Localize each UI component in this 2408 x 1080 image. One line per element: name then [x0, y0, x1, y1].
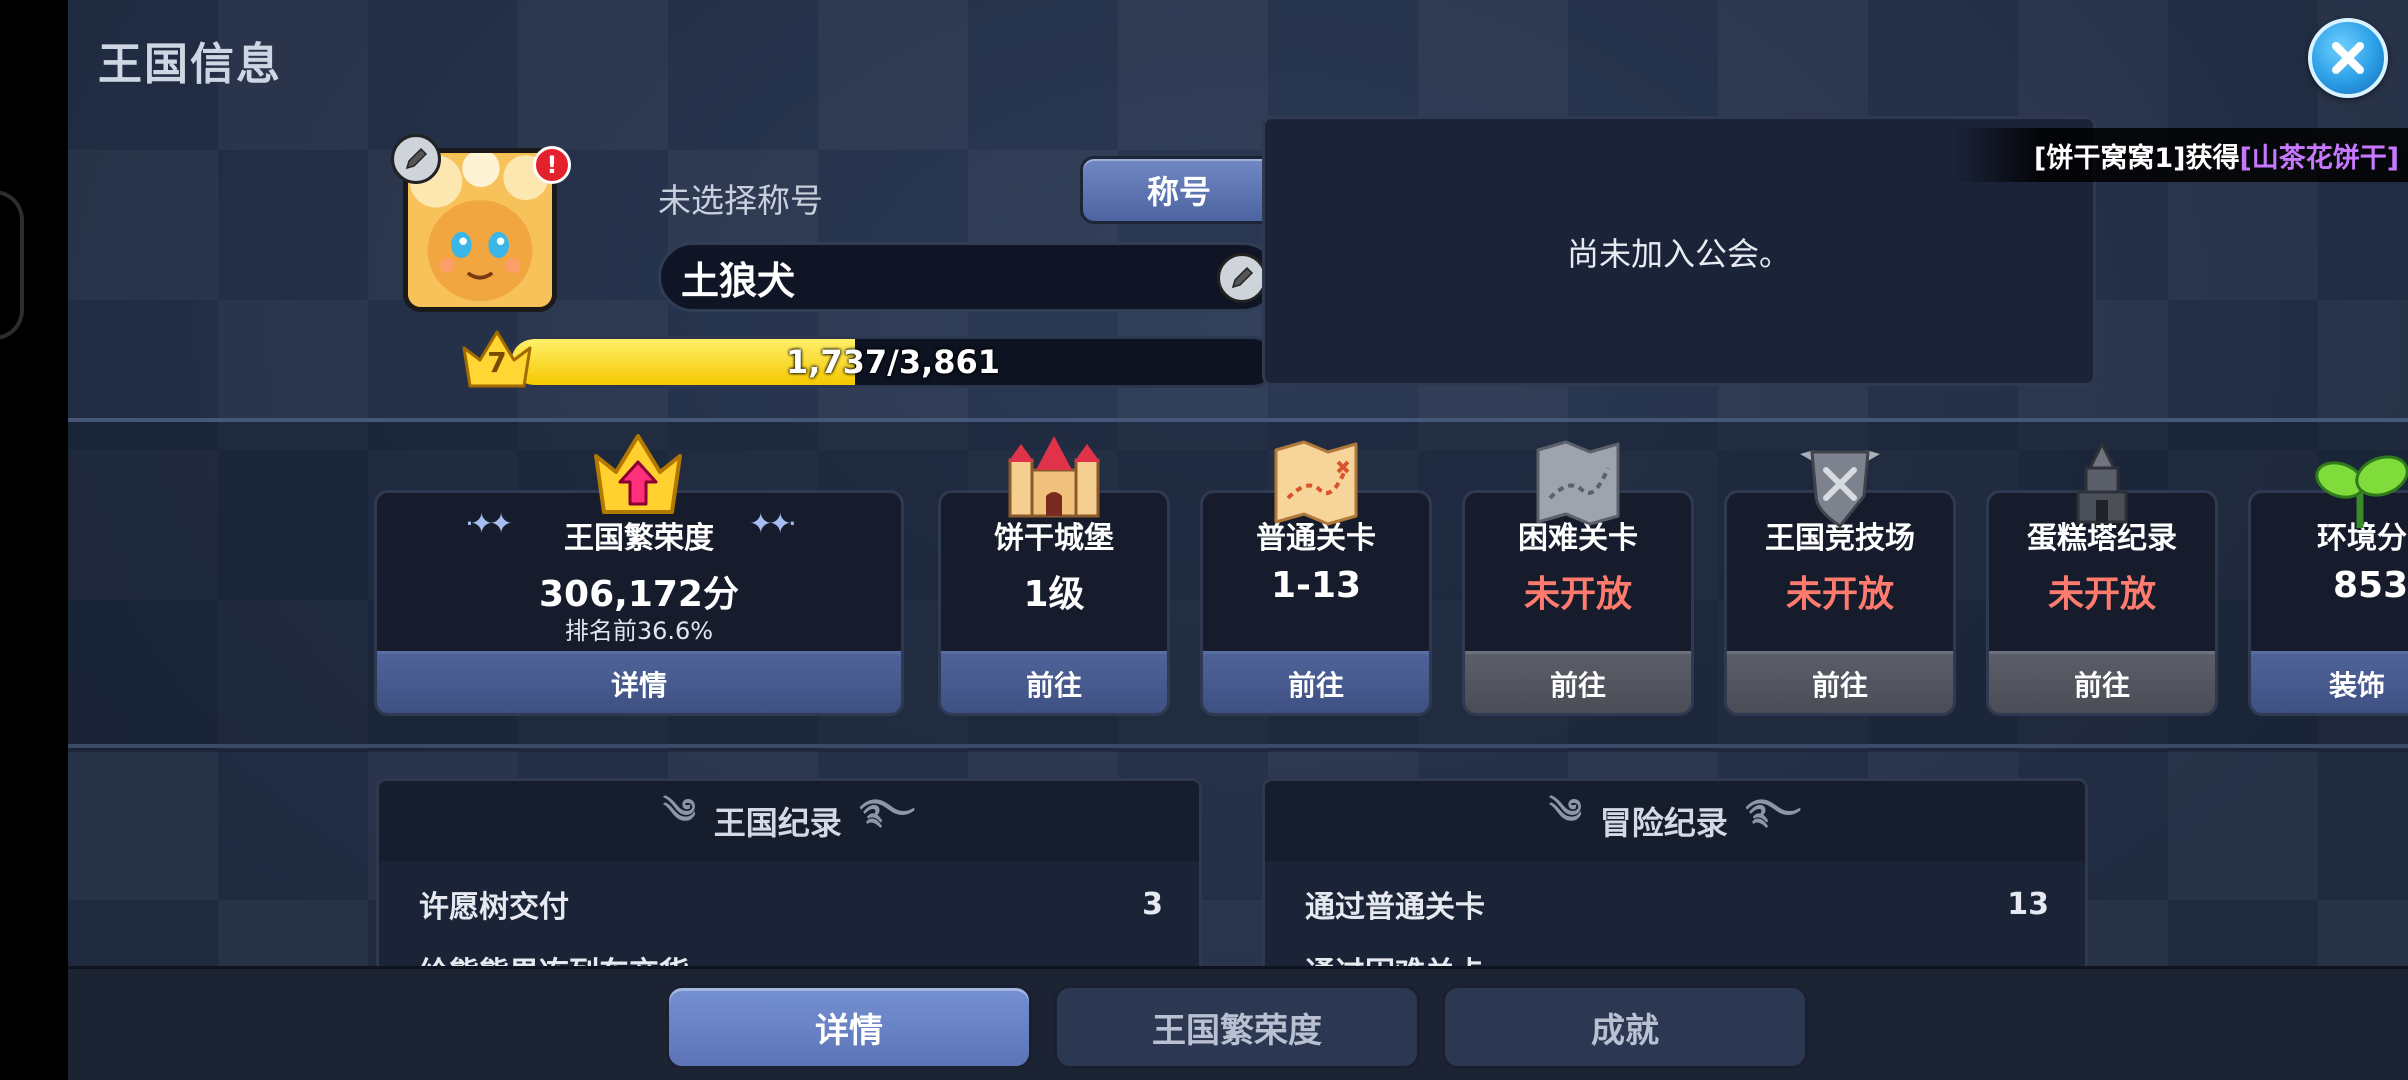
swirl-icon: ༄ — [663, 792, 696, 832]
hard-map-icon — [1530, 438, 1626, 528]
castle-go-button[interactable]: 前往 — [941, 651, 1167, 713]
arena-go-button[interactable]: 前往 — [1727, 651, 1953, 713]
kingdom-info-screen: 王国信息 ! 未选择称号 称号 土狼犬 1,737/3,861 7 尚未加入公会… — [68, 0, 2408, 1080]
card-castle: 饼干城堡 1级 前往 — [938, 490, 1170, 716]
record-value: 3 — [1142, 886, 1163, 922]
avatar-edit-button[interactable] — [391, 134, 441, 184]
prosperity-details-button[interactable]: 详情 — [377, 651, 901, 713]
ticker-item: [山茶花饼干] — [2239, 142, 2400, 174]
decorate-button[interactable]: 装饰 — [2251, 651, 2408, 713]
title-status: 未选择称号 — [658, 181, 823, 220]
swirl-icon: ࿐ — [1745, 792, 1801, 832]
divider — [68, 744, 2408, 748]
title-button[interactable]: 称号 — [1080, 156, 1278, 224]
tab-prosperity[interactable]: 王国繁荣度 — [1054, 985, 1420, 1069]
card-label: 王国繁荣度 — [564, 521, 714, 556]
swirl-icon: ࿐ — [859, 792, 915, 832]
close-icon — [2332, 42, 2364, 74]
tab-details[interactable]: 详情 — [666, 985, 1032, 1069]
record-value: 13 — [2007, 886, 2049, 922]
card-value: 未开放 — [1523, 574, 1632, 615]
bottom-tab-bar: 详情 王国繁荣度 成就 — [68, 966, 2408, 1080]
list-item: 通过普通关卡 13 — [1305, 879, 2049, 929]
card-value: 853 — [2333, 565, 2408, 606]
adventure-record-header: ༄ 冒险纪录 ࿐ — [1265, 781, 2085, 861]
level-number: 7 — [487, 346, 507, 379]
side-gesture-handle — [0, 190, 24, 340]
record-label: 通过普通关卡 — [1305, 890, 1485, 925]
xp-text: 1,737/3,861 — [785, 343, 1001, 381]
kingdom-record-header: ༄ 王国纪录 ࿐ — [379, 781, 1199, 861]
system-side-bar — [0, 0, 68, 1080]
record-label: 许愿树交付 — [419, 890, 569, 925]
crown-up-icon — [590, 428, 686, 518]
sprout-icon — [2312, 444, 2408, 534]
card-value: 未开放 — [2047, 574, 2156, 615]
card-sub: 排名前36.6% — [564, 617, 714, 645]
treasure-map-icon — [1268, 438, 1364, 528]
alert-badge: ! — [533, 146, 571, 184]
xp-progress-bar: 1,737/3,861 — [508, 336, 1278, 388]
app-root: 王国信息 ! 未选择称号 称号 土狼犬 1,737/3,861 7 尚未加入公会… — [0, 0, 2408, 1080]
ticker-prefix: [饼干窝窝1]获得 — [2034, 142, 2240, 174]
list-item: 许愿树交付 3 — [419, 879, 1163, 929]
player-name-field: 土狼犬 — [658, 242, 1278, 312]
tab-achievements[interactable]: 成就 — [1442, 985, 1808, 1069]
normal-stage-go-button[interactable]: 前往 — [1203, 651, 1429, 713]
card-value: 1级 — [1023, 574, 1085, 615]
card-value: 未开放 — [1785, 574, 1894, 615]
guild-status: 尚未加入公会。 — [1566, 235, 1791, 273]
pencil-icon — [405, 147, 428, 170]
page-title: 王国信息 — [98, 39, 282, 90]
name-edit-button[interactable] — [1217, 253, 1267, 303]
kingdom-record-title: 王国纪录 — [713, 804, 842, 842]
player-name: 土狼犬 — [681, 258, 796, 303]
card-prosperity: ·✦✦ ✦✦· 王国繁荣度 306,172分 排名前36.6% 详情 — [374, 490, 904, 716]
card-value: 306,172分 — [539, 574, 739, 615]
hard-stage-go-button[interactable]: 前往 — [1465, 651, 1691, 713]
castle-icon — [1006, 430, 1102, 520]
arena-shield-icon — [1792, 440, 1888, 530]
adventure-record-title: 冒险纪录 — [1599, 804, 1728, 842]
news-ticker: [饼干窝窝1]获得 [山茶花饼干] — [1954, 128, 2408, 182]
cake-tower-go-button[interactable]: 前往 — [1989, 651, 2215, 713]
close-button[interactable] — [2308, 18, 2388, 98]
pencil-icon — [1231, 266, 1254, 289]
profile-avatar-area: ! — [391, 134, 571, 316]
card-value: 1-13 — [1270, 565, 1362, 606]
tower-icon — [2054, 438, 2150, 528]
swirl-icon: ༄ — [1549, 792, 1582, 832]
